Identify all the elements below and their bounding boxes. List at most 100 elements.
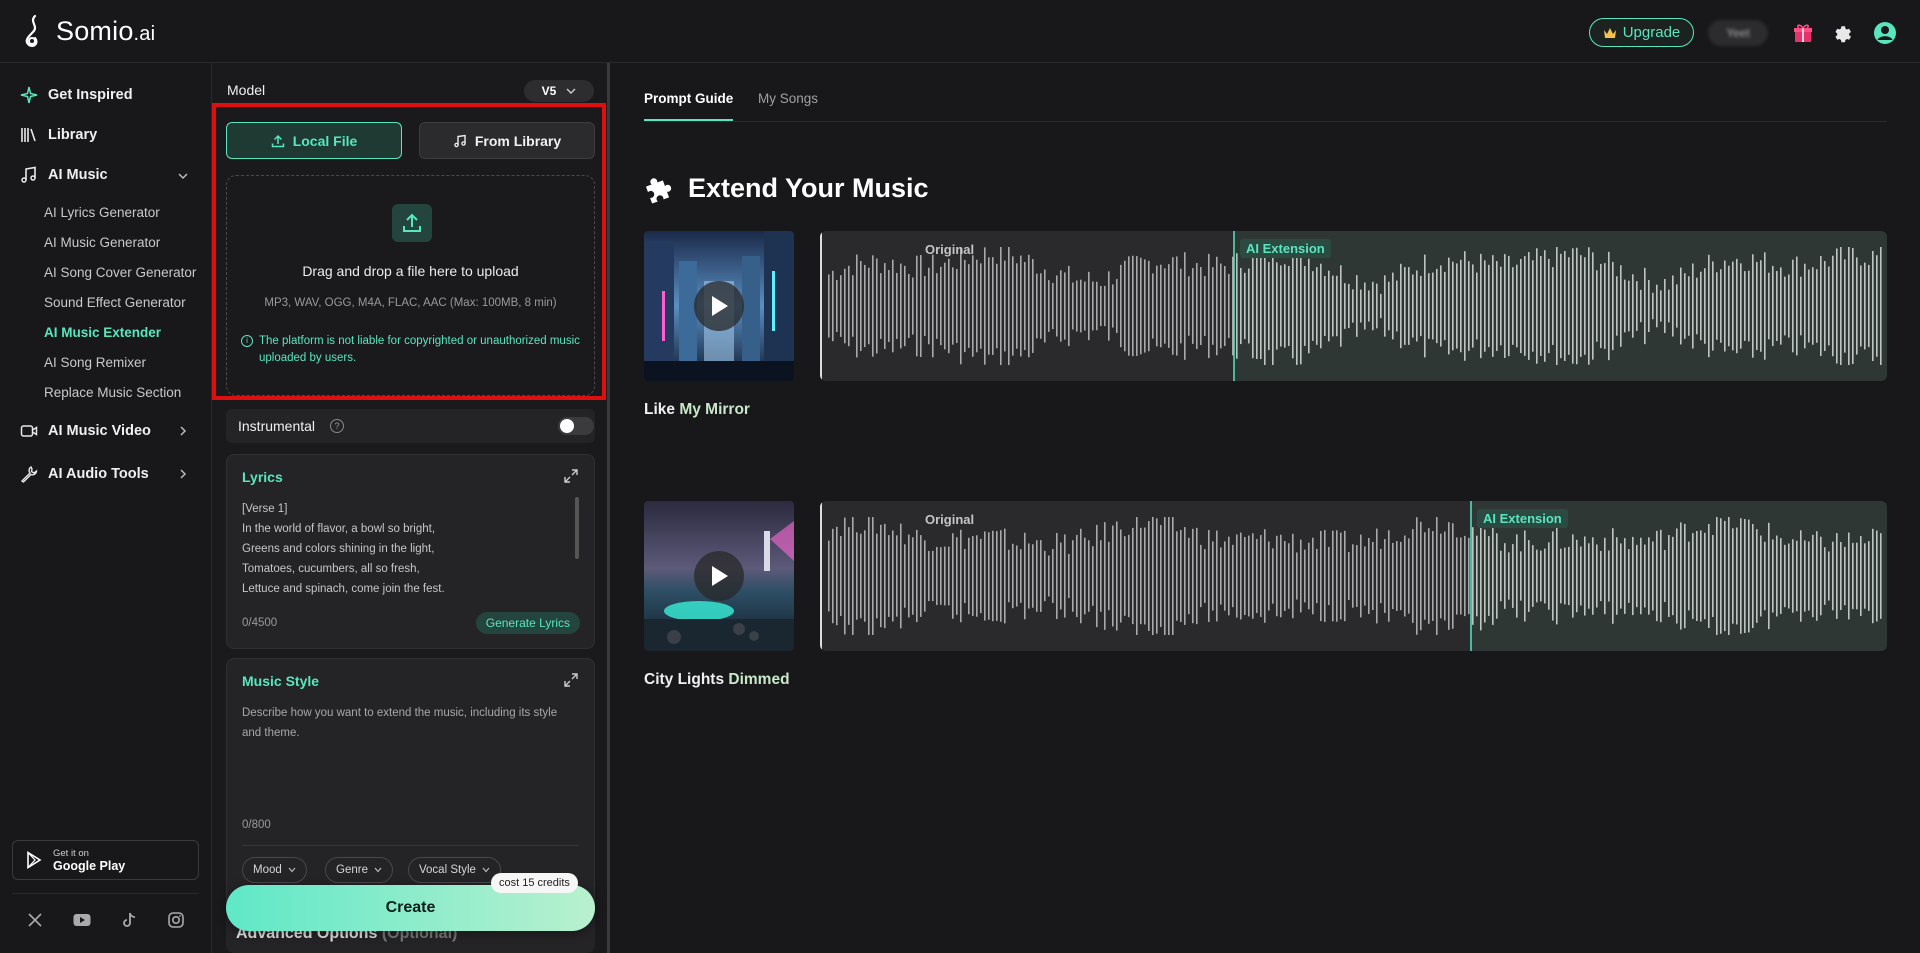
lyrics-line: [Verse 1]: [242, 503, 288, 515]
gear-icon[interactable]: [1828, 20, 1854, 46]
sidebar-item-replace-music-section[interactable]: Replace Music Section: [44, 385, 181, 400]
brand-name: Somio.ai: [56, 15, 156, 46]
ai-extension-label: AI Extension: [1240, 239, 1331, 258]
credits-pill[interactable]: Yeet: [1708, 20, 1768, 46]
model-label: Model: [227, 82, 266, 98]
google-play-badge[interactable]: Get it on Google Play: [12, 840, 199, 880]
sidebar-item-ai-music-generator[interactable]: AI Music Generator: [44, 235, 160, 250]
help-icon[interactable]: ?: [330, 419, 344, 433]
puzzle-icon: [645, 178, 672, 204]
create-label: Create: [385, 899, 436, 916]
title-accent: My Mirror: [679, 401, 750, 418]
heading-text: Extend Your Music: [688, 172, 929, 203]
nav-get-inspired[interactable]: Get Inspired: [20, 86, 133, 104]
video-camera-icon: [20, 425, 38, 437]
lyrics-scrollbar[interactable]: [575, 497, 579, 559]
model-value: V5: [541, 84, 557, 98]
song-thumbnail[interactable]: [644, 501, 794, 651]
nav-label: Library: [48, 127, 98, 143]
lyrics-counter: 0/4500: [242, 617, 278, 629]
music-note-icon: [21, 166, 36, 183]
lyrics-line: Lettuce and spinach, come join the fest.: [242, 583, 445, 595]
chevron-down-icon: [566, 88, 576, 94]
nav-label: Get Inspired: [48, 87, 133, 103]
instagram-icon[interactable]: [166, 910, 186, 930]
chevron-up-icon[interactable]: [176, 169, 190, 183]
crown-icon: [1603, 27, 1616, 38]
nav-library[interactable]: Library: [20, 126, 97, 144]
waveform-bars: [820, 501, 1882, 651]
cost-badge: cost 15 credits: [491, 873, 578, 893]
sidebar-item-sound-effect-generator[interactable]: Sound Effect Generator: [44, 295, 186, 310]
sidebar-item-ai-music-extender[interactable]: AI Music Extender: [44, 325, 161, 340]
lyrics-line: Greens and colors shining in the light,: [242, 543, 435, 555]
original-label: Original: [925, 242, 975, 257]
chevron-right-icon[interactable]: [176, 424, 190, 438]
play-icon: [694, 551, 744, 601]
google-play-small: Get it on: [53, 847, 89, 859]
nav-ai-music[interactable]: AI Music: [20, 166, 108, 184]
chevron-down-icon: [374, 867, 382, 873]
highlight-box: [212, 103, 606, 400]
gift-icon[interactable]: [1790, 20, 1816, 46]
x-icon[interactable]: [25, 910, 45, 930]
vocal-style-chip[interactable]: Vocal Style: [408, 857, 501, 883]
chip-label: Genre: [336, 864, 368, 876]
play-icon: [694, 281, 744, 331]
chevron-right-icon[interactable]: [176, 467, 190, 481]
google-play-big: Google Play: [53, 858, 126, 873]
instrumental-label: Instrumental: [238, 418, 316, 434]
title-main: Like: [644, 401, 680, 418]
tab-bar: Prompt Guide My Songs: [644, 63, 1887, 122]
chevron-down-icon: [482, 867, 490, 873]
lyrics-line: Tomatoes, cucumbers, all so fresh,: [242, 563, 420, 575]
original-label: Original: [925, 512, 975, 527]
expand-icon[interactable]: [564, 469, 578, 483]
page-title: Extend Your Music: [644, 172, 929, 204]
waveform[interactable]: Original AI Extension: [820, 501, 1887, 651]
waveform-bars: [820, 231, 1882, 381]
lyrics-card: Lyrics [Verse 1] In the world of flavor,…: [226, 454, 595, 649]
credits-value: Yeet: [1726, 26, 1750, 40]
youtube-icon[interactable]: [72, 910, 92, 930]
chevron-down-icon: [288, 867, 296, 873]
song-title: City Lights Dimmed: [644, 671, 790, 689]
sidebar-item-ai-song-cover-generator[interactable]: AI Song Cover Generator: [44, 265, 196, 280]
instrumental-toggle[interactable]: [558, 417, 594, 435]
sidebar-item-ai-lyrics-generator[interactable]: AI Lyrics Generator: [44, 205, 160, 220]
sparkle-icon: [20, 86, 38, 104]
sidebar: Get Inspired Library AI Music AI Lyrics …: [0, 63, 212, 953]
nav-ai-audio-tools[interactable]: AI Audio Tools: [20, 465, 149, 483]
song-example-2: Original AI Extension City Lights Dimmed: [644, 501, 1887, 688]
avatar[interactable]: [1872, 20, 1898, 46]
instrumental-row: Instrumental ?: [226, 409, 595, 443]
library-icon: [21, 128, 36, 142]
lyrics-textarea[interactable]: [Verse 1] In the world of flavor, a bowl…: [242, 499, 445, 599]
ai-extension-label: AI Extension: [1477, 509, 1568, 528]
song-thumbnail[interactable]: [644, 231, 794, 381]
nav-ai-music-video[interactable]: AI Music Video: [20, 422, 151, 440]
chip-label: Mood: [253, 864, 282, 876]
waveform[interactable]: Original AI Extension: [820, 231, 1887, 381]
music-style-textarea[interactable]: Describe how you want to extend the musi…: [242, 703, 562, 743]
logo[interactable]: Somio.ai: [20, 14, 155, 48]
expand-icon[interactable]: [564, 673, 578, 687]
mood-chip[interactable]: Mood: [242, 857, 307, 883]
top-bar: Somio.ai Upgrade Yeet: [0, 0, 1920, 63]
model-select[interactable]: V5: [524, 80, 594, 102]
genre-chip[interactable]: Genre: [325, 857, 393, 883]
logo-icon: [25, 14, 38, 47]
tab-prompt-guide[interactable]: Prompt Guide: [644, 91, 734, 121]
generate-lyrics-button[interactable]: Generate Lyrics: [475, 612, 580, 634]
song-example-1: Original AI Extension Like My Mirror: [644, 231, 1887, 418]
app-root: Somio.ai Upgrade Yeet Get Inspired Libra…: [0, 0, 1920, 953]
chip-label: Vocal Style: [419, 864, 476, 876]
upgrade-label: Upgrade: [1622, 24, 1681, 41]
song-title: Like My Mirror: [644, 401, 750, 419]
tab-my-songs[interactable]: My Songs: [758, 91, 818, 106]
nav-label: AI Audio Tools: [48, 466, 149, 482]
upgrade-button[interactable]: Upgrade: [1589, 18, 1694, 47]
nav-label: AI Music Video: [48, 423, 151, 439]
tiktok-icon[interactable]: [119, 910, 139, 930]
sidebar-item-ai-song-remixer[interactable]: AI Song Remixer: [44, 355, 146, 370]
